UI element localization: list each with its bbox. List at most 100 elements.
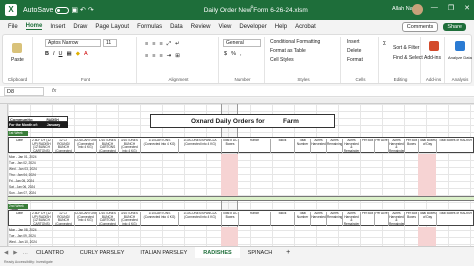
month-bar[interactable]: For the Month of: January 2024: [8, 122, 68, 133]
comma-icon[interactable]: ,: [240, 51, 242, 57]
column-header[interactable]: Acres Harvested: [311, 212, 327, 226]
column-header[interactable]: Acres Harvested: [311, 139, 327, 153]
sort-filter-button[interactable]: Sort & Filter: [393, 45, 419, 51]
date-cell[interactable]: Mon - Jan 08, 2024: [9, 228, 36, 232]
sheet-tab-radishes[interactable]: RADISHES: [195, 246, 240, 259]
column-header[interactable]: Total Number: [295, 212, 311, 226]
column-header[interactable]: Total Boxes of Day: [419, 212, 437, 226]
column-header[interactable]: Ranch: [239, 212, 271, 226]
column-header[interactable]: Per Box Boxes: [405, 139, 419, 153]
format-cells-button[interactable]: Format: [347, 57, 363, 63]
analyze-data-button[interactable]: Analyze Data: [448, 55, 472, 60]
sheet-tab-cilantro[interactable]: CILANTRO: [28, 247, 72, 259]
next-sheet-icon[interactable]: ▶: [13, 250, 17, 256]
search-icon[interactable]: ⌕: [250, 4, 268, 15]
find-select-button[interactable]: Find & Select: [393, 55, 423, 61]
column-header[interactable]: 2.5LF DY (12 UP) RADISH (12 BUNCH CARTON…: [31, 139, 53, 153]
date-cell[interactable]: Sun - Jan 07, 2024: [9, 191, 36, 195]
percent-icon[interactable]: %: [231, 51, 236, 57]
column-header[interactable]: Acres Harvested & Remainder: [343, 139, 361, 153]
indent-icon[interactable]: ⇥: [167, 53, 172, 59]
avatar[interactable]: [412, 4, 423, 15]
delete-cells-button[interactable]: Delete: [347, 48, 361, 54]
row-headers[interactable]: [0, 104, 8, 246]
currency-icon[interactable]: $: [224, 51, 227, 57]
column-header[interactable]: Total # DC Boxes: [222, 139, 239, 153]
column-header[interactable]: 12 CT ROUND/ BUNCH (Connected into 4 KG): [53, 139, 75, 153]
analyze-data-icon[interactable]: [455, 41, 465, 51]
column-header[interactable]: Ranch: [239, 139, 271, 153]
tab-help[interactable]: Help: [275, 24, 287, 30]
sheet-title-box[interactable]: Oxnard Daily Orders for Farm: [150, 114, 335, 128]
total-row-1[interactable]: Total: [8, 196, 474, 211]
addins-button[interactable]: Add-ins: [424, 55, 441, 61]
font-name-select[interactable]: Aptos Narrow: [45, 39, 101, 47]
column-header[interactable]: CODCARTONS (Connected into 4 KG): [75, 139, 97, 153]
column-header[interactable]: Block: [271, 139, 295, 153]
column-header[interactable]: Block: [271, 212, 295, 226]
column-header[interactable]: 3/10TONES BUNCH (Connected into 4 KG): [119, 212, 141, 226]
column-header[interactable]: 1/10TONES BUNCH CARTONS (Connected into …: [97, 139, 119, 153]
column-header[interactable]: Total Boxes of RADISH: [437, 212, 474, 226]
autosum-icon[interactable]: Σ: [383, 41, 386, 47]
align-top-icon[interactable]: ≡: [145, 41, 148, 48]
date-cell[interactable]: Tue - Jan 09, 2024: [9, 234, 36, 238]
format-as-table-button[interactable]: Format as Table: [270, 48, 306, 54]
orientation-icon[interactable]: ⤢: [167, 41, 171, 48]
borders-icon[interactable]: ▦: [67, 51, 72, 57]
tab-file[interactable]: File: [8, 24, 18, 30]
align-right-icon[interactable]: ≡: [159, 53, 162, 59]
column-header[interactable]: 1/10CONES/SPANCLA (Connected into 4 KG): [179, 212, 222, 226]
align-bottom-icon[interactable]: ≡: [159, 41, 162, 48]
save-icon[interactable]: ▣: [71, 6, 78, 14]
addins-icon[interactable]: [429, 41, 439, 51]
fill-color-icon[interactable]: ◆: [76, 51, 80, 57]
sheet-tab-spinach[interactable]: SPINACH: [240, 247, 280, 259]
date-cell[interactable]: Wed - Jan 03, 2024: [9, 167, 37, 171]
sheet-tab-italian-parsley[interactable]: ITALIAN PARSLEY: [132, 247, 195, 259]
spreadsheet-grid[interactable]: Community: RADISH For the Month of: Janu…: [0, 98, 474, 246]
fx-icon[interactable]: fx: [52, 88, 56, 94]
column-header[interactable]: CODCARTONS (Connected into 4 KG): [75, 212, 97, 226]
date-cell[interactable]: Wed - Jan 10, 2024: [9, 240, 37, 244]
number-format-select[interactable]: General: [223, 39, 261, 47]
align-center-icon[interactable]: ≡: [152, 53, 155, 59]
redo-icon[interactable]: ↷: [88, 6, 94, 14]
column-header[interactable]: Per Box Boxes: [405, 212, 419, 226]
font-size-select[interactable]: 11: [103, 39, 117, 47]
tab-insert[interactable]: Insert: [50, 24, 65, 30]
bold-icon[interactable]: B: [45, 51, 49, 57]
column-header[interactable]: Per Box: [361, 212, 375, 226]
column-header[interactable]: 1/10CARTONS (Connected into 4 KG): [141, 139, 179, 153]
column-header[interactable]: 1/10CARTONS (Connected into 4 KG): [141, 212, 179, 226]
cells-area[interactable]: Community: RADISH For the Month of: Janu…: [8, 104, 474, 246]
column-header[interactable]: 3/10TONES BUNCH (Connected into 4 KG): [119, 139, 141, 153]
conditional-formatting-button[interactable]: Conditional Formatting: [270, 39, 320, 45]
add-sheet-button[interactable]: +: [286, 249, 290, 256]
merge-center-icon[interactable]: ⊞: [175, 53, 180, 59]
tab-page-layout[interactable]: Page Layout: [95, 24, 129, 30]
column-header[interactable]: Acres Harvested & Remainder: [389, 139, 405, 153]
align-left-icon[interactable]: ≡: [145, 53, 148, 59]
column-header[interactable]: Per Acre: [375, 212, 389, 226]
tab-data[interactable]: Data: [170, 24, 183, 30]
tab-acrobat[interactable]: Acrobat: [295, 24, 316, 30]
tab-draw[interactable]: Draw: [73, 24, 87, 30]
insert-cells-button[interactable]: Insert: [347, 39, 360, 45]
date-cell[interactable]: Sat - Jan 06, 2024: [9, 185, 35, 189]
column-header[interactable]: Date: [9, 139, 31, 153]
cell-styles-button[interactable]: Cell Styles: [270, 57, 294, 63]
column-header[interactable]: 1/10TONES BUNCH CARTONS (Connected into …: [97, 212, 119, 226]
tab-formulas[interactable]: Formulas: [137, 24, 162, 30]
column-header[interactable]: 2.5LF DY (12 UP) RADISH (12 BUNCH CARTON…: [31, 212, 53, 226]
close-button[interactable]: ✕: [464, 4, 470, 12]
name-box[interactable]: D8: [4, 86, 44, 96]
column-header[interactable]: Acres Harvested & Remainder: [389, 212, 405, 226]
comments-button[interactable]: Comments: [401, 22, 439, 32]
column-header[interactable]: 12 CT ROUND/ BUNCH (Connected into 4 KG): [53, 212, 75, 226]
column-header[interactable]: Total Boxes of RADISH: [437, 139, 474, 153]
share-button[interactable]: Share: [443, 23, 466, 31]
align-middle-icon[interactable]: ≡: [152, 41, 155, 48]
column-header[interactable]: Acres Remaining: [327, 139, 343, 153]
column-header[interactable]: Acres Harvested & Remainder: [343, 212, 361, 226]
